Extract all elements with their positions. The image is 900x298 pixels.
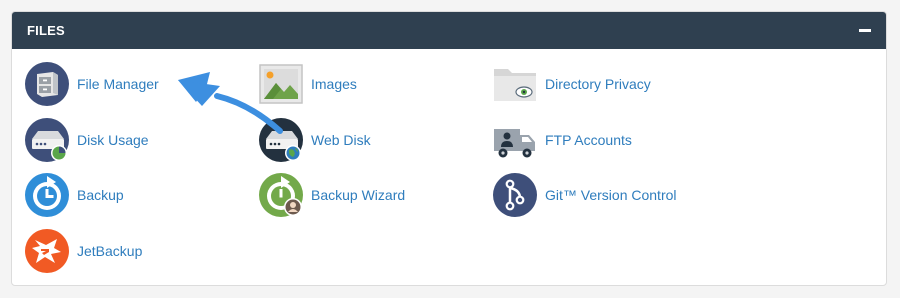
backup-wizard-label: Backup Wizard [311,187,406,203]
directory-privacy-icon [494,69,536,101]
files-panel: FILES File Manager Images Directory Priv… [11,11,887,286]
backup-wizard-icon [259,173,303,217]
file-manager-label: File Manager [77,76,159,92]
web-disk-icon [259,118,303,162]
web-disk-link[interactable]: Web Disk [258,117,371,163]
disk-usage-link[interactable]: Disk Usage [24,117,149,163]
jetbackup-icon [25,229,69,273]
web-disk-label: Web Disk [311,132,371,148]
panel-title: FILES [27,23,65,38]
minus-icon [859,29,871,32]
git-version-control-link[interactable]: Git™ Version Control [492,172,677,218]
backup-link[interactable]: Backup [24,172,124,218]
images-icon [259,64,303,104]
panel-header[interactable]: FILES [12,12,886,49]
file-manager-link[interactable]: File Manager [24,61,159,107]
ftp-accounts-icon [494,129,535,158]
images-label: Images [311,76,357,92]
jetbackup-label: JetBackup [77,243,143,259]
git-version-control-label: Git™ Version Control [545,187,677,203]
backup-wizard-link[interactable]: Backup Wizard [258,172,405,218]
directory-privacy-label: Directory Privacy [545,76,651,92]
images-link[interactable]: Images [258,61,357,107]
directory-privacy-link[interactable]: Directory Privacy [492,61,651,107]
disk-usage-icon [25,118,69,162]
git-icon [493,173,537,217]
ftp-accounts-label: FTP Accounts [545,132,632,148]
backup-label: Backup [77,187,124,203]
ftp-accounts-link[interactable]: FTP Accounts [492,117,632,163]
backup-icon [25,173,69,217]
jetbackup-link[interactable]: JetBackup [24,228,142,274]
disk-usage-label: Disk Usage [77,132,149,148]
file-manager-icon [25,62,69,106]
collapse-button[interactable] [858,24,872,38]
